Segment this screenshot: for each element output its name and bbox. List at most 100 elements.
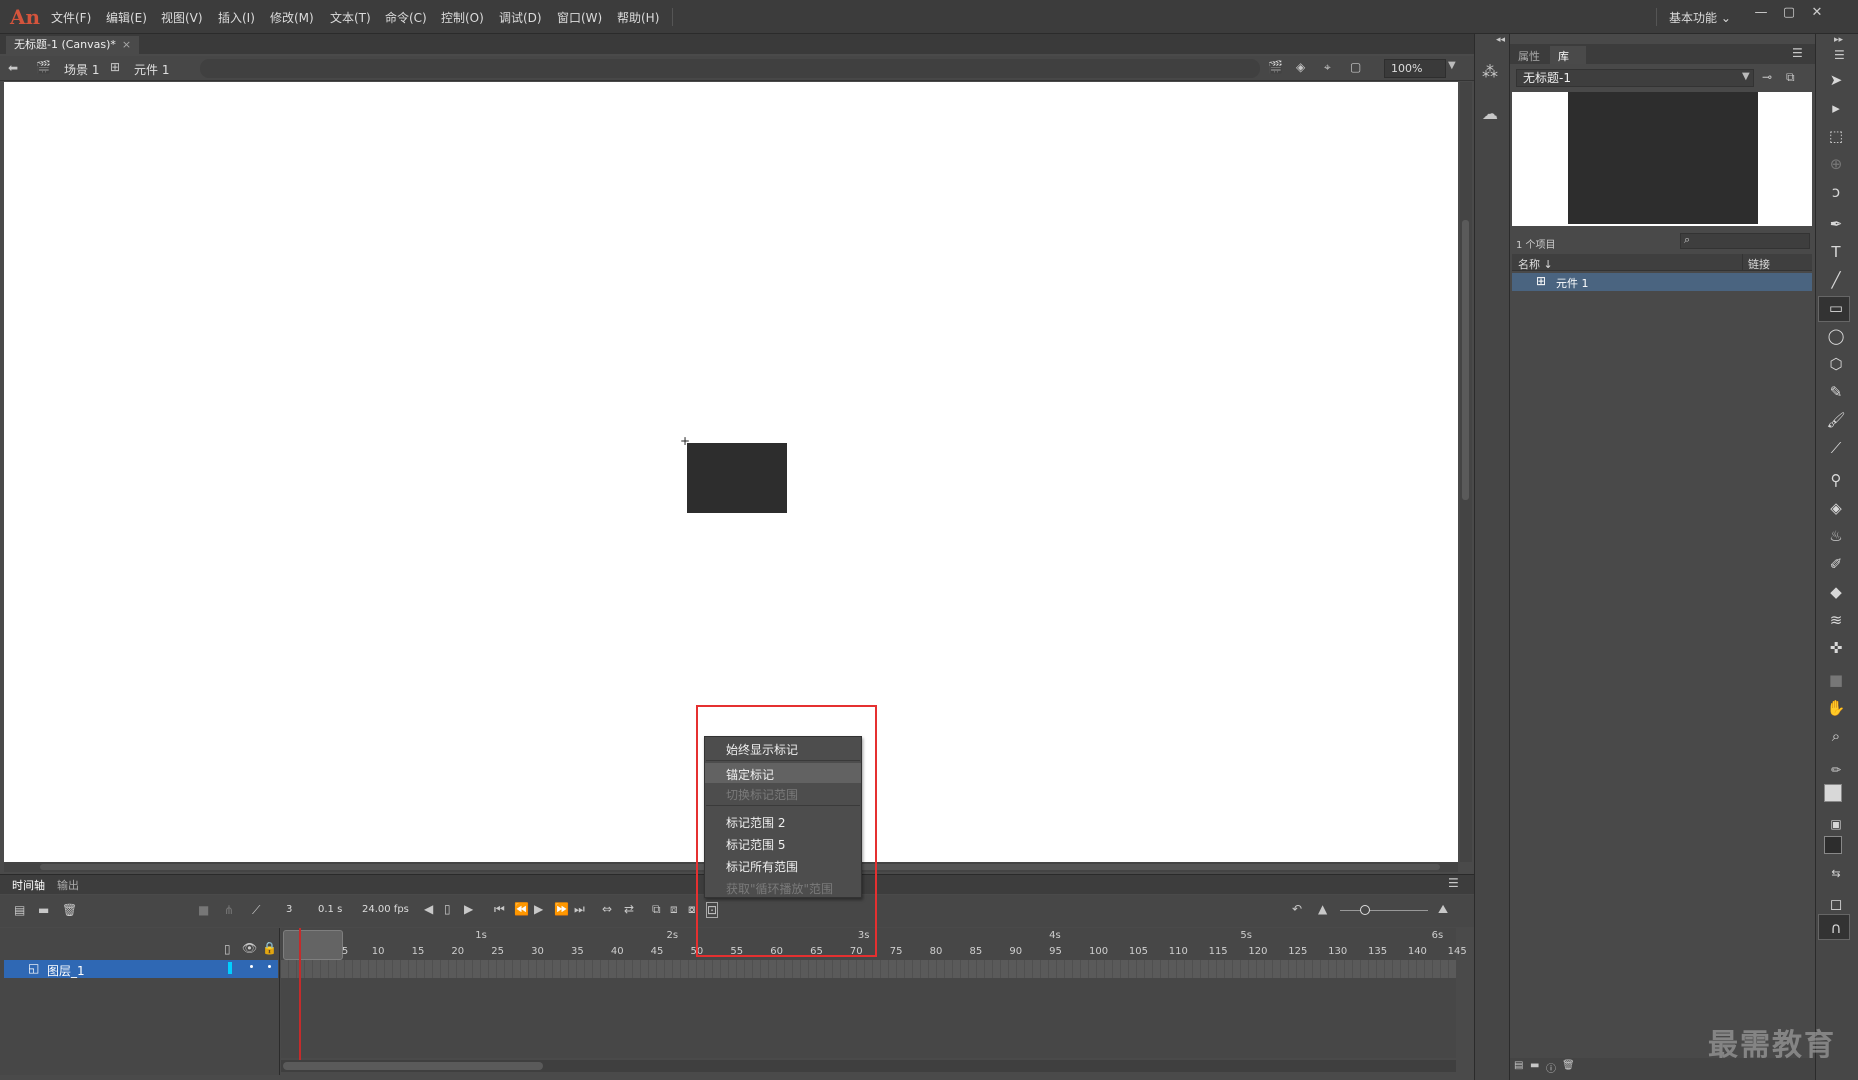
close-window-button[interactable]: ✕ — [1806, 5, 1828, 25]
chevron-down-icon[interactable]: ▼ — [1448, 60, 1456, 71]
back-arrow-icon[interactable]: ⬅ — [8, 61, 18, 75]
close-icon[interactable]: × — [122, 38, 131, 51]
panel-menu-icon[interactable]: ☰ — [1792, 46, 1803, 60]
3d-rotation-tool-icon[interactable]: ⊕ — [1822, 152, 1850, 176]
new-folder-icon[interactable]: ▬ — [1530, 1060, 1539, 1071]
menu-window[interactable]: 窗口(W) — [557, 9, 602, 26]
tab-library[interactable]: 库 — [1558, 48, 1569, 64]
paint-bucket-tool-icon[interactable]: ◈ — [1822, 496, 1850, 520]
snap-magnet-icon[interactable]: ∩ — [1822, 916, 1850, 940]
zoom-field[interactable]: 100% — [1384, 59, 1446, 78]
layer-row[interactable] — [4, 960, 278, 978]
tab-timeline[interactable]: 时间轴 — [12, 877, 45, 893]
current-frame[interactable]: 3 — [286, 904, 292, 915]
ink-bottle-tool-icon[interactable]: ♨ — [1822, 524, 1850, 548]
center-frame-icon[interactable]: ⇔ — [602, 902, 612, 916]
hand-tool-icon[interactable]: ✋ — [1822, 696, 1850, 720]
eyedropper-tool-icon[interactable]: ✐ — [1822, 552, 1850, 576]
panel-menu-icon[interactable]: ☰ — [1448, 876, 1459, 890]
pencil-tool-icon[interactable]: ✎ — [1822, 380, 1850, 404]
parent-view-icon[interactable]: ⋔ — [224, 903, 234, 917]
swap-colors-icon[interactable]: ⇆ — [1822, 862, 1850, 886]
menu-file[interactable]: 文件(F) — [51, 9, 91, 26]
menu-text[interactable]: 文本(T) — [330, 9, 371, 26]
column-linkage[interactable]: 链接 — [1748, 256, 1770, 272]
menu-edit[interactable]: 编辑(E) — [106, 9, 147, 26]
library-item-name[interactable]: 元件 1 — [1556, 275, 1589, 291]
panel-menu-icon[interactable]: ☰ — [1834, 48, 1845, 62]
asset-warp-tool-icon[interactable]: ✜ — [1822, 636, 1850, 660]
breadcrumb-symbol[interactable]: 元件 1 — [134, 61, 169, 78]
column-name[interactable]: 名称 ↓ — [1518, 256, 1553, 272]
frame-size-slider-thumb[interactable] — [1360, 905, 1370, 915]
creative-cloud-icon[interactable]: ☁ — [1482, 104, 1498, 123]
library-search-input[interactable] — [1680, 233, 1810, 249]
width-tool-icon[interactable]: ≋ — [1822, 608, 1850, 632]
pen-tool-icon[interactable]: ✒ — [1822, 212, 1850, 236]
eye-icon[interactable]: 👁 — [242, 941, 257, 955]
timeline-scroll-thumb[interactable] — [283, 1062, 543, 1070]
object-drawing-icon[interactable]: ◻ — [1822, 892, 1850, 916]
motion-presets-icon[interactable]: ⁂ — [1482, 62, 1498, 81]
new-folder-icon[interactable]: ▬ — [38, 903, 49, 917]
stage-vertical-scroll-thumb[interactable] — [1462, 220, 1469, 500]
new-symbol-icon[interactable]: ▤ — [1514, 1060, 1523, 1071]
center-stage-icon[interactable]: ⌖ — [1324, 60, 1331, 75]
loop-icon[interactable]: ⇄ — [624, 902, 634, 916]
frame-rate[interactable]: 24.00 fps — [362, 904, 409, 915]
lock-icon[interactable]: 🔒 — [262, 941, 277, 955]
menu-view[interactable]: 视图(V) — [161, 9, 203, 26]
graph-icon[interactable]: ⟋ — [252, 903, 260, 918]
onion-skin-icon[interactable]: ⧉ — [652, 902, 661, 917]
outline-toggle-icon[interactable]: ▯ — [224, 942, 231, 956]
library-document-select[interactable]: 无标题-1 — [1516, 69, 1754, 87]
clip-icon[interactable]: ▢ — [1350, 60, 1361, 74]
scale-large-icon[interactable]: ⛰ — [1438, 902, 1448, 917]
onion-outlines-icon[interactable]: ⧈ — [670, 902, 678, 917]
delete-icon[interactable]: 🗑 — [1562, 1060, 1575, 1071]
subselection-tool-icon[interactable]: ▸ — [1822, 96, 1850, 120]
playhead[interactable] — [299, 928, 301, 1060]
menu-help[interactable]: 帮助(H) — [617, 9, 659, 26]
document-tab[interactable]: 无标题-1 (Canvas)* × — [6, 36, 140, 54]
oval-tool-icon[interactable]: ◯ — [1822, 324, 1850, 348]
rectangle-tool-icon[interactable]: ▭ — [1822, 296, 1850, 320]
line-tool-icon[interactable]: ╱ — [1822, 268, 1850, 292]
next-keyframe-icon[interactable]: ▶ — [464, 902, 473, 916]
edit-multiple-frames-icon[interactable]: ⧇ — [688, 902, 696, 917]
scale-small-icon[interactable]: ▲ — [1318, 902, 1327, 916]
last-frame-icon[interactable]: ⏭ — [574, 902, 585, 917]
new-library-panel-icon[interactable]: ⧉ — [1786, 70, 1795, 85]
expand-arrows-icon[interactable]: ▸▸ — [1834, 35, 1843, 45]
fill-color-icon[interactable]: ▣ — [1822, 812, 1850, 836]
collapse-arrows-icon[interactable]: ◂◂ — [1496, 35, 1505, 45]
layer-lock-dot[interactable] — [268, 965, 271, 968]
step-back-icon[interactable]: ⏪ — [514, 902, 529, 916]
breadcrumb-scene[interactable]: 场景 1 — [64, 61, 99, 78]
pin-library-icon[interactable]: ⊸ — [1762, 70, 1772, 84]
menu-control[interactable]: 控制(O) — [441, 9, 484, 26]
marker-range[interactable] — [283, 930, 343, 960]
bone-tool-icon[interactable]: ⚲ — [1822, 468, 1850, 492]
layer-frames[interactable] — [281, 960, 1456, 978]
edit-symbols-icon[interactable]: ◈ — [1296, 60, 1305, 74]
free-transform-tool-icon[interactable]: ⬚ — [1822, 124, 1850, 148]
menu-commands[interactable]: 命令(C) — [385, 9, 427, 26]
undo-icon[interactable]: ↶ — [1292, 902, 1302, 916]
maximize-button[interactable]: ▢ — [1778, 5, 1800, 25]
chevron-down-icon[interactable]: ▼ — [1742, 71, 1750, 82]
layer-name[interactable]: 图层_1 — [47, 962, 85, 979]
tab-output[interactable]: 输出 — [57, 877, 79, 893]
polystar-tool-icon[interactable]: ⬡ — [1822, 352, 1850, 376]
paint-brush-tool-icon[interactable]: 🖌 — [1822, 408, 1850, 432]
delete-layer-icon[interactable]: 🗑 — [62, 903, 77, 917]
stroke-color-swatch[interactable] — [1824, 784, 1842, 802]
fill-color-swatch[interactable] — [1824, 836, 1842, 854]
step-forward-icon[interactable]: ⏩ — [554, 902, 569, 916]
layer-visible-dot[interactable] — [250, 965, 253, 968]
menu-modify[interactable]: 修改(M) — [270, 9, 314, 26]
prev-keyframe-icon[interactable]: ◀ — [424, 902, 433, 916]
camera-tool-icon[interactable]: ■ — [1822, 668, 1850, 692]
insert-keyframe-icon[interactable]: ▯ — [444, 902, 451, 916]
selection-tool-icon[interactable]: ➤ — [1822, 68, 1850, 92]
